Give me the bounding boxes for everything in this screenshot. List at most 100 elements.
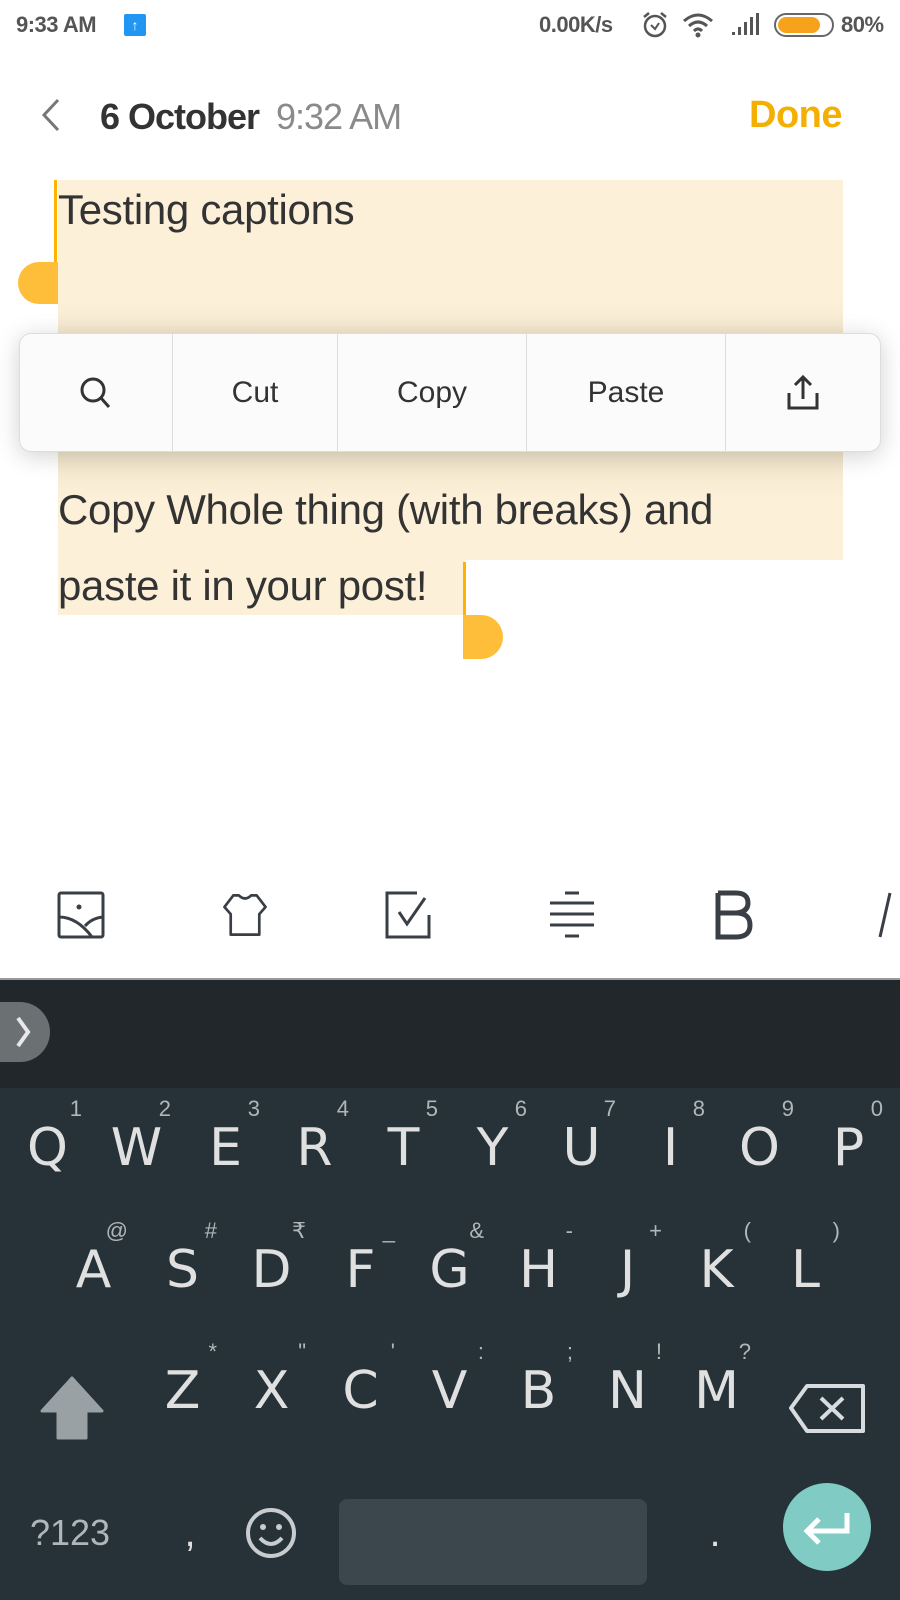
enter-key[interactable] xyxy=(783,1483,871,1571)
comma-key[interactable]: , xyxy=(160,1488,220,1578)
key-label: T xyxy=(387,1118,420,1178)
expand-toolbar-button[interactable] xyxy=(0,1002,50,1062)
align-icon[interactable] xyxy=(547,890,597,940)
key-d[interactable]: ₹ D xyxy=(227,1210,316,1320)
key-label: X xyxy=(253,1361,290,1421)
italic-icon[interactable] xyxy=(875,890,900,940)
symbols-key[interactable]: ?123 xyxy=(20,1488,120,1578)
key-label: W xyxy=(110,1118,163,1178)
note-line[interactable]: Copy Whole thing (with breaks) and xyxy=(58,486,713,534)
key-k[interactable]: (K xyxy=(672,1210,761,1320)
key-label: C xyxy=(342,1361,379,1421)
key-e[interactable]: 3E xyxy=(181,1088,270,1198)
signal-icon xyxy=(732,13,759,35)
selection-start-handle[interactable] xyxy=(18,262,58,304)
note-date: 6 October xyxy=(100,96,260,137)
key-b[interactable]: ; B xyxy=(494,1331,583,1441)
key-x[interactable]: " X xyxy=(227,1331,316,1441)
key-z[interactable]: * Z xyxy=(138,1331,227,1441)
key-label: Z xyxy=(164,1361,201,1421)
backspace-key[interactable] xyxy=(785,1356,870,1456)
keyboard: 1Q2W3E4R5T6Y7U8I9O0P @ A # S ₹ D _ F & G - H + J(K) L … xyxy=(0,1088,900,1600)
theme-shirt-icon[interactable] xyxy=(220,890,270,940)
status-time: 9:33 AM xyxy=(16,12,97,37)
copy-button[interactable]: Copy xyxy=(338,334,527,451)
backspace-icon xyxy=(789,1384,865,1433)
shift-key[interactable] xyxy=(30,1353,115,1453)
key-label: D xyxy=(251,1240,292,1300)
key-label: S xyxy=(165,1240,199,1300)
key-label: O xyxy=(739,1118,780,1178)
note-time: 9:32 AM xyxy=(276,96,402,137)
key-j[interactable]: + J xyxy=(583,1210,672,1320)
key-label: R xyxy=(296,1118,333,1178)
key-label: P xyxy=(832,1118,865,1178)
key-label: Q xyxy=(27,1118,68,1178)
key-c[interactable]: ' C xyxy=(316,1331,405,1441)
battery-icon xyxy=(774,13,834,37)
key-label: U xyxy=(562,1118,601,1178)
upload-arrow-icon: ↑ xyxy=(124,14,146,36)
key-a[interactable]: @ A xyxy=(49,1210,138,1320)
cut-button[interactable]: Cut xyxy=(173,334,338,451)
paste-button[interactable]: Paste xyxy=(527,334,726,451)
key-label: B xyxy=(520,1361,557,1421)
key-label: J xyxy=(619,1240,636,1300)
image-icon[interactable] xyxy=(57,890,107,940)
key-label: F xyxy=(345,1240,376,1300)
period-key[interactable]: . xyxy=(690,1488,740,1578)
key-r[interactable]: 4R xyxy=(270,1088,359,1198)
search-icon xyxy=(80,377,111,408)
network-speed: 0.00K/s xyxy=(539,12,613,37)
status-bar: 9:33 AM ↑ 0.00K/s 80% xyxy=(0,0,900,50)
checklist-icon[interactable] xyxy=(385,890,435,940)
key-u[interactable]: 7U xyxy=(537,1088,626,1198)
key-n[interactable]: ! N xyxy=(583,1331,672,1441)
shift-arrow-icon xyxy=(40,1376,104,1440)
battery-percent: 80% xyxy=(841,12,884,37)
selection-end-caret xyxy=(463,562,466,618)
key-s[interactable]: # S xyxy=(138,1210,227,1320)
bold-icon[interactable] xyxy=(710,890,760,940)
selection-end-handle[interactable] xyxy=(463,615,503,659)
key-label: G xyxy=(429,1240,470,1300)
share-button[interactable] xyxy=(726,334,880,451)
key-g[interactable]: & G xyxy=(405,1210,494,1320)
chevron-right-icon xyxy=(16,1016,31,1048)
key-y[interactable]: 6Y xyxy=(448,1088,537,1198)
formatting-toolbar xyxy=(0,880,900,950)
key-label: M xyxy=(694,1361,739,1421)
done-button[interactable]: Done xyxy=(749,94,843,137)
key-t[interactable]: 5T xyxy=(359,1088,448,1198)
keyboard-suggestion-strip xyxy=(0,978,900,1088)
smiley-icon xyxy=(246,1508,296,1558)
note-line[interactable]: paste it in your post! xyxy=(58,562,428,610)
key-l[interactable]: ) L xyxy=(761,1210,850,1320)
key-f[interactable]: _ F xyxy=(316,1210,405,1320)
key-m[interactable]: ? M xyxy=(672,1331,761,1441)
chevron-left-icon[interactable] xyxy=(30,90,70,140)
emoji-key[interactable] xyxy=(240,1498,302,1568)
key-label: L xyxy=(791,1240,820,1300)
key-label: H xyxy=(518,1240,559,1300)
key-q[interactable]: 1Q xyxy=(3,1088,92,1198)
key-o[interactable]: 9O xyxy=(715,1088,804,1198)
key-label: E xyxy=(209,1118,242,1178)
share-icon xyxy=(787,374,819,409)
key-label: V xyxy=(431,1361,468,1421)
enter-arrow-icon xyxy=(803,1513,850,1545)
key-label: A xyxy=(75,1240,112,1300)
alarm-icon xyxy=(643,12,667,38)
key-v[interactable]: :V xyxy=(405,1331,494,1441)
note-line[interactable]: Testing captions xyxy=(58,186,355,234)
text-selection-menu: Cut Copy Paste xyxy=(19,333,881,452)
note-header: 6 October 9:32 AM Done xyxy=(0,80,900,150)
key-h[interactable]: -H xyxy=(494,1210,583,1320)
space-key[interactable] xyxy=(339,1499,647,1585)
key-i[interactable]: 8I xyxy=(626,1088,715,1198)
key-label: Y xyxy=(476,1118,509,1178)
key-p[interactable]: 0P xyxy=(804,1088,893,1198)
key-w[interactable]: 2W xyxy=(92,1088,181,1198)
key-label: I xyxy=(662,1118,679,1178)
search-button[interactable] xyxy=(20,334,173,451)
